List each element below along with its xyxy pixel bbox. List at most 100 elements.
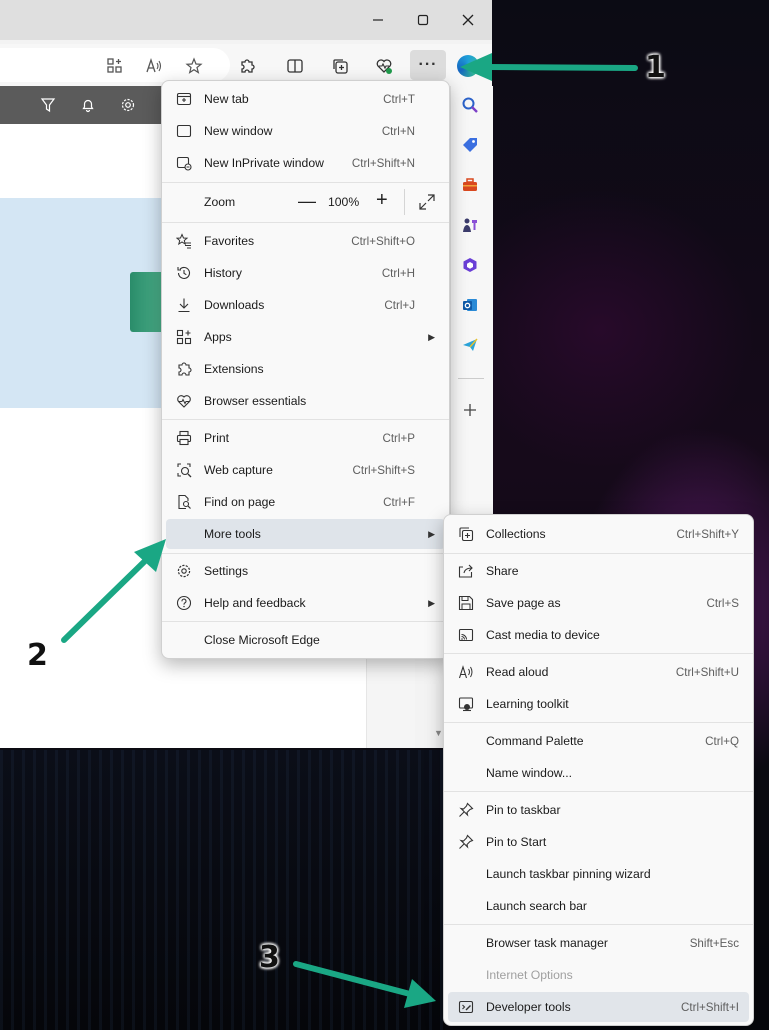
print-icon	[176, 430, 192, 446]
favorite-star-icon[interactable]	[181, 53, 207, 79]
developer-tools-icon	[458, 999, 474, 1015]
menu-item-favorites[interactable]: Favorites Ctrl+Shift+O	[166, 226, 445, 256]
help-icon	[176, 595, 192, 611]
settings-and-more-button[interactable]: ···	[410, 50, 446, 80]
menu-item-new-inprivate-window[interactable]: New InPrivate window Ctrl+Shift+N	[166, 148, 445, 178]
apps-icon	[176, 329, 192, 345]
find-on-page-icon	[176, 494, 192, 510]
send-icon[interactable]	[458, 333, 482, 357]
menu-separator	[444, 553, 753, 554]
menu-separator	[444, 722, 753, 723]
pin-icon	[458, 834, 474, 850]
menu-item-label: Launch taskbar pinning wizard	[486, 867, 651, 881]
menu-item-browser-essentials[interactable]: Browser essentials	[166, 386, 445, 416]
browser-essentials-icon[interactable]	[371, 53, 397, 79]
menu-item-launch-taskbar-pinning-wizard[interactable]: Launch taskbar pinning wizard	[448, 859, 749, 889]
scroll-down-arrow-icon[interactable]: ▼	[434, 728, 443, 738]
menu-item-browser-task-manager[interactable]: Browser task manager Shift+Esc	[448, 928, 749, 958]
collections-icon	[458, 526, 474, 542]
zoom-out-button[interactable]: —	[298, 191, 316, 212]
new-tab-icon	[176, 91, 192, 107]
fullscreen-icon[interactable]	[418, 193, 436, 211]
menu-item-shortcut: Ctrl+Shift+O	[351, 234, 415, 248]
minimize-icon[interactable]	[363, 8, 393, 32]
menu-item-label: More tools	[204, 527, 261, 541]
filter-icon[interactable]	[38, 95, 58, 115]
bell-icon[interactable]	[78, 95, 98, 115]
menu-item-new-tab[interactable]: New tab Ctrl+T	[166, 84, 445, 114]
zoom-level: 100%	[328, 195, 360, 209]
menu-separator	[162, 222, 449, 223]
menu-item-shortcut: Ctrl+Shift+I	[681, 1000, 739, 1014]
menu-item-launch-search-bar[interactable]: Launch search bar	[448, 891, 749, 921]
menu-item-label: Web capture	[204, 463, 273, 477]
close-icon[interactable]	[453, 8, 483, 32]
annotation-label-2: 2	[27, 638, 48, 673]
outlook-icon[interactable]	[458, 293, 482, 317]
menu-item-label: Cast media to device	[486, 628, 600, 642]
menu-item-pin-to-start[interactable]: Pin to Start	[448, 827, 749, 857]
menu-item-pin-to-taskbar[interactable]: Pin to taskbar	[448, 795, 749, 825]
annotation-label-3: 3	[259, 940, 280, 975]
menu-item-shortcut: Ctrl+Shift+N	[351, 156, 415, 170]
hero-logo-shape	[130, 272, 164, 332]
copilot-icon[interactable]	[457, 55, 479, 77]
split-screen-icon[interactable]	[282, 53, 308, 79]
apps-icon[interactable]	[102, 53, 128, 79]
add-icon[interactable]	[458, 398, 482, 422]
menu-item-label: History	[204, 266, 242, 280]
menu-item-apps[interactable]: Apps ▶	[166, 322, 445, 352]
menu-item-history[interactable]: History Ctrl+H	[166, 258, 445, 288]
maximize-icon[interactable]	[408, 8, 438, 32]
menu-item-find-on-page[interactable]: Find on page Ctrl+F	[166, 487, 445, 517]
menu-item-shortcut: Ctrl+Shift+Y	[676, 527, 739, 541]
menu-item-developer-tools[interactable]: Developer tools Ctrl+Shift+I	[448, 992, 749, 1022]
menu-item-more-tools[interactable]: More tools ▶	[166, 519, 445, 549]
collections-icon[interactable]	[327, 53, 353, 79]
menu-item-label: Pin to Start	[486, 835, 547, 849]
menu-item-print[interactable]: Print Ctrl+P	[166, 423, 445, 453]
menu-separator	[162, 621, 449, 622]
read-aloud-icon[interactable]	[141, 53, 167, 79]
menu-item-label: Print	[204, 431, 230, 445]
menu-item-label: Name window...	[486, 766, 573, 780]
menu-item-cast-media-to-device[interactable]: Cast media to device	[448, 620, 749, 650]
menu-item-label: New tab	[204, 92, 249, 106]
extensions-icon	[176, 361, 192, 377]
search-icon[interactable]	[458, 93, 482, 117]
menu-item-label: Downloads	[204, 298, 265, 312]
menu-item-read-aloud[interactable]: Read aloud Ctrl+Shift+U	[448, 657, 749, 687]
menu-item-command-palette[interactable]: Command Palette Ctrl+Q	[448, 726, 749, 756]
menu-separator	[162, 553, 449, 554]
menu-item-shortcut: Ctrl+F	[383, 495, 415, 509]
sidebar-divider	[458, 378, 484, 379]
tools-icon[interactable]	[458, 173, 482, 197]
menu-item-shortcut: Ctrl+Shift+S	[352, 463, 415, 477]
menu-separator	[444, 791, 753, 792]
menu-item-web-capture[interactable]: Web capture Ctrl+Shift+S	[166, 455, 445, 485]
menu-item-label: Read aloud	[486, 665, 549, 679]
menu-item-extensions[interactable]: Extensions	[166, 354, 445, 384]
menu-item-share[interactable]: Share	[448, 556, 749, 586]
heart-pulse-icon	[176, 393, 192, 409]
read-aloud-icon	[458, 664, 474, 680]
menu-item-help-and-feedback[interactable]: Help and feedback ▶	[166, 588, 445, 618]
chevron-right-icon: ▶	[428, 331, 435, 342]
menu-item-new-window[interactable]: New window Ctrl+N	[166, 116, 445, 146]
office-icon[interactable]	[458, 253, 482, 277]
menu-item-collections[interactable]: Collections Ctrl+Shift+Y	[448, 519, 749, 549]
menu-separator	[444, 924, 753, 925]
menu-item-shortcut: Ctrl+Q	[705, 734, 739, 748]
games-icon[interactable]	[458, 213, 482, 237]
menu-item-settings[interactable]: Settings	[166, 556, 445, 586]
zoom-in-button[interactable]: +	[376, 189, 388, 212]
menu-item-close-microsoft-edge[interactable]: Close Microsoft Edge	[166, 625, 445, 655]
menu-item-label: Help and feedback	[204, 596, 306, 610]
menu-item-downloads[interactable]: Downloads Ctrl+J	[166, 290, 445, 320]
shopping-tag-icon[interactable]	[458, 133, 482, 157]
extensions-icon[interactable]	[234, 53, 260, 79]
gear-icon[interactable]	[118, 95, 138, 115]
menu-item-name-window[interactable]: Name window...	[448, 758, 749, 788]
menu-item-learning-toolkit[interactable]: Learning toolkit	[448, 689, 749, 719]
menu-item-save-page-as[interactable]: Save page as Ctrl+S	[448, 588, 749, 618]
